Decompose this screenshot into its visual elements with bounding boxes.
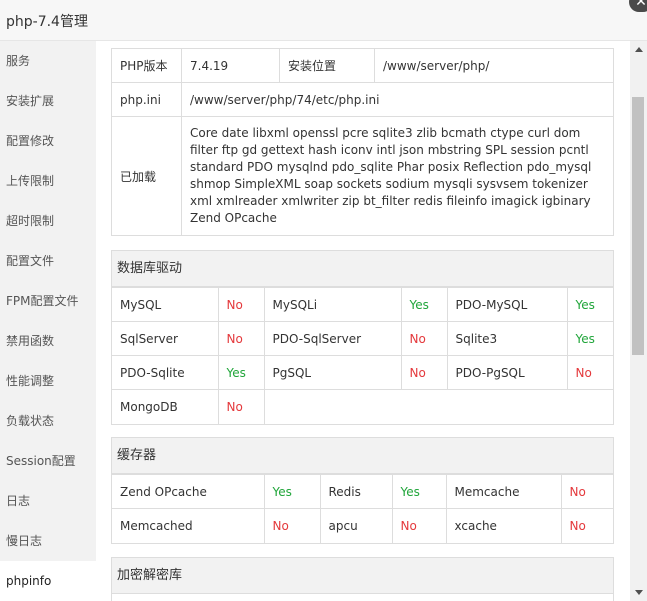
php-ini-value: /www/server/php/74/etc/php.ini	[181, 82, 614, 117]
driver-name: MySQL	[112, 287, 219, 322]
driver-status: No	[566, 355, 613, 390]
cache-status: Yes	[391, 474, 447, 509]
driver-name: MongoDB	[112, 389, 219, 424]
cache-status: Yes	[263, 474, 321, 509]
scrollbar-thumb[interactable]	[632, 97, 644, 355]
cache-table: Zend OPcache Yes Redis Yes Memcache No M…	[112, 474, 613, 543]
crypto-title: 加密解密库	[112, 558, 613, 594]
vertical-scrollbar[interactable]	[630, 41, 647, 601]
sidebar-item-upload-limit[interactable]: 上传限制	[0, 161, 96, 201]
empty-cell	[263, 389, 613, 424]
scroll-down-icon[interactable]	[635, 590, 643, 595]
driver-status: Yes	[566, 287, 613, 322]
cache-name: Memcache	[445, 474, 562, 509]
driver-status: No	[400, 355, 448, 390]
cache-name: Zend OPcache	[112, 474, 265, 509]
sidebar-item-install-extension[interactable]: 安装扩展	[0, 81, 96, 121]
sidebar-item-load-status[interactable]: 负载状态	[0, 401, 96, 441]
driver-name: MySQLi	[263, 287, 402, 322]
cache-name: Memcached	[112, 508, 265, 543]
install-location-value: /www/server/php/	[374, 48, 614, 83]
sidebar-item-slow-log[interactable]: 慢日志	[0, 521, 96, 561]
scroll-up-icon[interactable]	[635, 47, 643, 52]
php-version-label: PHP版本	[111, 48, 182, 83]
table-row: PHP版本 7.4.19 安装位置 /www/server/php/	[111, 48, 614, 83]
table-row: MySQL No MySQLi Yes PDO-MySQL Yes	[112, 287, 613, 322]
cache-status: No	[263, 508, 321, 543]
cache-name: apcu	[319, 508, 393, 543]
cache-status: No	[560, 508, 613, 543]
php-version-value: 7.4.19	[181, 48, 280, 83]
sidebar-item-disabled-functions[interactable]: 禁用函数	[0, 321, 96, 361]
db-drivers-panel: 数据库驱动 MySQL No MySQLi Yes PDO-MySQL Yes …	[111, 250, 614, 425]
driver-name: PDO-MySQL	[446, 287, 568, 322]
driver-status: Yes	[217, 355, 265, 390]
driver-name: PDO-PgSQL	[446, 355, 568, 390]
php-info-table: PHP版本 7.4.19 安装位置 /www/server/php/ php.i…	[111, 48, 614, 236]
table-row: PDO-Sqlite Yes PgSQL No PDO-PgSQL No	[112, 355, 613, 390]
driver-name: SqlServer	[112, 321, 219, 356]
sidebar-item-phpinfo[interactable]: phpinfo	[0, 561, 96, 601]
sidebar-item-config-file[interactable]: 配置文件	[0, 241, 96, 281]
cache-name: xcache	[445, 508, 562, 543]
cache-title: 缓存器	[112, 438, 613, 474]
driver-name: Sqlite3	[446, 321, 568, 356]
sidebar-item-fpm-config[interactable]: FPM配置文件	[0, 281, 96, 321]
driver-status: No	[217, 321, 265, 356]
table-row: SqlServer No PDO-SqlServer No Sqlite3 Ye…	[112, 321, 613, 356]
cache-status: No	[560, 474, 613, 509]
driver-status: Yes	[400, 287, 448, 322]
db-drivers-table: MySQL No MySQLi Yes PDO-MySQL Yes SqlSer…	[112, 287, 613, 424]
window-titlebar: php-7.4管理 ✕	[0, 0, 647, 41]
table-row: 已加载 Core date libxml openssl pcre sqlite…	[111, 116, 614, 236]
db-drivers-title: 数据库驱动	[112, 251, 613, 287]
driver-status: Yes	[566, 321, 613, 356]
driver-status: No	[217, 287, 265, 322]
driver-name: PgSQL	[263, 355, 402, 390]
driver-status: No	[217, 389, 265, 424]
driver-name: PDO-SqlServer	[263, 321, 402, 356]
sidebar-item-session-config[interactable]: Session配置	[0, 441, 96, 481]
crypto-panel: 加密解密库	[111, 557, 614, 601]
driver-status: No	[400, 321, 448, 356]
table-row: Zend OPcache Yes Redis Yes Memcache No	[112, 474, 613, 509]
loaded-extensions-value: Core date libxml openssl pcre sqlite3 zl…	[181, 116, 614, 236]
sidebar-item-service[interactable]: 服务	[0, 41, 96, 81]
driver-name: PDO-Sqlite	[112, 355, 219, 390]
cache-panel: 缓存器 Zend OPcache Yes Redis Yes Memcache …	[111, 437, 614, 544]
php-ini-label: php.ini	[111, 82, 182, 117]
sidebar: 服务 安装扩展 配置修改 上传限制 超时限制 配置文件 FPM配置文件 禁用函数…	[0, 41, 96, 601]
sidebar-item-timeout-limit[interactable]: 超时限制	[0, 201, 96, 241]
install-location-label: 安装位置	[279, 48, 375, 83]
window-title: php-7.4管理	[6, 14, 88, 30]
close-icon[interactable]: ✕	[629, 0, 647, 12]
sidebar-item-log[interactable]: 日志	[0, 481, 96, 521]
main-panel: PHP版本 7.4.19 安装位置 /www/server/php/ php.i…	[96, 41, 630, 601]
cache-name: Redis	[319, 474, 393, 509]
cache-status: No	[391, 508, 447, 543]
sidebar-item-config-edit[interactable]: 配置修改	[0, 121, 96, 161]
table-row: MongoDB No	[112, 389, 613, 424]
table-row: php.ini /www/server/php/74/etc/php.ini	[111, 82, 614, 117]
loaded-extensions-label: 已加载	[111, 116, 182, 236]
sidebar-item-performance[interactable]: 性能调整	[0, 361, 96, 401]
table-row: Memcached No apcu No xcache No	[112, 508, 613, 543]
